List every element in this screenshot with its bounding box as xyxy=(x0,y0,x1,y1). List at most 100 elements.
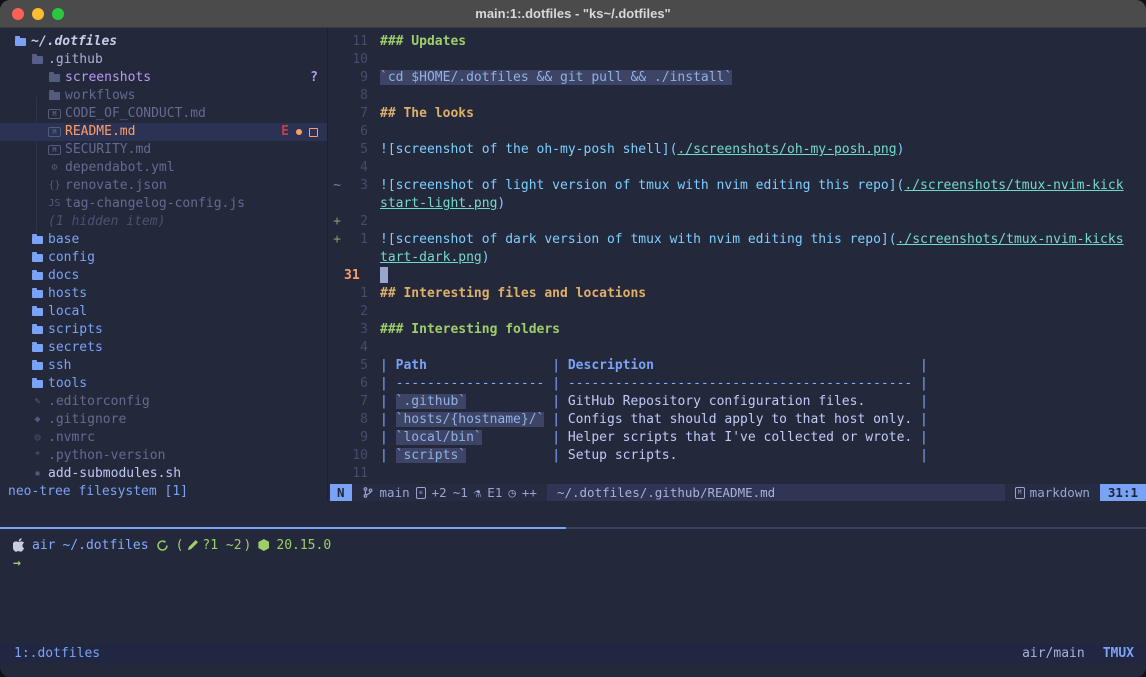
editor-line[interactable]: 5![screenshot of the oh-my-posh shell](.… xyxy=(330,141,1146,159)
sidebar-item-renovate-json[interactable]: {}renovate.json xyxy=(0,177,327,195)
traffic-lights xyxy=(12,0,64,28)
syntax-code: `hosts/{hostname}/` xyxy=(396,412,545,427)
syntax-pipe: | xyxy=(380,448,396,463)
gutter-sign xyxy=(330,105,344,123)
sidebar-item-docs[interactable]: docs xyxy=(0,267,327,285)
sidebar-item-workflows[interactable]: workflows xyxy=(0,87,327,105)
syntax-md: ) xyxy=(897,142,905,157)
sidebar-item-scripts[interactable]: scripts xyxy=(0,321,327,339)
sidebar-item-base[interactable]: base xyxy=(0,231,327,249)
syntax-pipe: | xyxy=(912,448,928,463)
folder-open-icon xyxy=(31,56,44,64)
gitsign-add: + xyxy=(330,213,344,231)
sidebar-item-label: renovate.json xyxy=(65,177,167,195)
sidebar-item-dotfiles[interactable]: ~/.dotfiles xyxy=(0,33,327,51)
editor-line[interactable]: 4 xyxy=(330,339,1146,357)
editor-line[interactable]: 7| `.github` | GitHub Repository configu… xyxy=(330,393,1146,411)
editor-line[interactable]: 4 xyxy=(330,159,1146,177)
editor-line[interactable]: 11### Updates xyxy=(330,33,1146,51)
sidebar-item-gitignore[interactable]: ◆.gitignore xyxy=(0,411,327,429)
editor-line[interactable]: 9`cd $HOME/.dotfiles && git pull && ./in… xyxy=(330,69,1146,87)
prompt-arrow[interactable]: → xyxy=(13,554,21,572)
sidebar-item-dependabot-yml[interactable]: ⚙dependabot.yml xyxy=(0,159,327,177)
syntax-pipe: | xyxy=(544,448,567,463)
editor-buffer[interactable]: 11### Updates 10 9`cd $HOME/.dotfiles &&… xyxy=(330,28,1146,501)
sidebar-item-1-hidden-item[interactable]: (1 hidden item) xyxy=(0,213,327,231)
item-status-marks: ? xyxy=(310,69,327,87)
sidebar-item-github[interactable]: .github xyxy=(0,51,327,69)
gitsign-change: ~ xyxy=(330,177,344,195)
sidebar-item-local[interactable]: local xyxy=(0,303,327,321)
line-content: ### Updates xyxy=(368,33,466,51)
line-content xyxy=(368,303,380,321)
editor-line[interactable]: 7## The looks xyxy=(330,105,1146,123)
editor-line[interactable]: ~3![screenshot of light version of tmux … xyxy=(330,177,1146,195)
sidebar-item-label: workflows xyxy=(65,87,135,105)
sidebar-item-security-md[interactable]: MSECURITY.md xyxy=(0,141,327,159)
editor-line[interactable]: 10 xyxy=(330,51,1146,69)
line-content: ![screenshot of dark version of tmux wit… xyxy=(368,231,1124,249)
line-content xyxy=(368,267,388,285)
sidebar-item-nvmrc[interactable]: ◎.nvmrc xyxy=(0,429,327,447)
sidebar-item-label: screenshots xyxy=(65,69,151,87)
clock-icon: ◷ xyxy=(508,485,516,500)
sidebar-item-ssh[interactable]: ssh xyxy=(0,357,327,375)
editor-line[interactable]: 10| `scripts` | Setup scripts. | xyxy=(330,447,1146,465)
pencil-icon xyxy=(187,540,198,551)
syntax-pipe: | xyxy=(912,358,928,373)
line-content: | ------------------- | ----------------… xyxy=(368,375,928,393)
sidebar-item-python-version[interactable]: *.python-version xyxy=(0,447,327,465)
editor-line[interactable]: 8| `hosts/{hostname}/` | Configs that sh… xyxy=(330,411,1146,429)
editor-line[interactable]: 5| Path | Description | xyxy=(330,357,1146,375)
minimize-button[interactable] xyxy=(32,8,44,20)
line-content: | `scripts` | Setup scripts. | xyxy=(368,447,928,465)
sidebar-item-hosts[interactable]: hosts xyxy=(0,285,327,303)
sidebar-item-tag-changelog-config-js[interactable]: JStag-changelog-config.js xyxy=(0,195,327,213)
git-open-paren: ( xyxy=(176,538,184,553)
line-number: 7 xyxy=(344,393,368,411)
gutter-sign xyxy=(330,141,344,159)
line-content: ### Interesting folders xyxy=(368,321,560,339)
editor-line[interactable]: +1![screenshot of dark version of tmux w… xyxy=(330,231,1146,249)
sidebar-item-label: .github xyxy=(48,51,103,69)
syntax-cell xyxy=(466,394,544,409)
git-branch: main xyxy=(380,485,410,500)
tmux-window-tab[interactable]: 1:.dotfiles xyxy=(0,646,100,661)
editor-line[interactable]: +2 xyxy=(330,213,1146,231)
close-button[interactable] xyxy=(12,8,24,20)
sidebar-item-tools[interactable]: tools xyxy=(0,375,327,393)
editor-line[interactable]: 9| `local/bin` | Helper scripts that I'v… xyxy=(330,429,1146,447)
editor-wrap-line[interactable]: tart-dark.png) xyxy=(330,249,1146,267)
gutter-sign xyxy=(330,357,344,375)
markdown-icon: M xyxy=(1015,487,1025,499)
editor-line[interactable]: 3### Interesting folders xyxy=(330,321,1146,339)
folder-blue-icon xyxy=(31,362,44,370)
sidebar-item-label: README.md xyxy=(65,123,135,141)
syntax-pipe: | xyxy=(380,430,396,445)
zoom-button[interactable] xyxy=(52,8,64,20)
git-refresh-icon xyxy=(156,539,169,552)
sidebar-item-config[interactable]: config xyxy=(0,249,327,267)
editor-line[interactable]: 1## Interesting files and locations xyxy=(330,285,1146,303)
tmux-pane-divider[interactable] xyxy=(0,527,1146,529)
tmux-right-section: air/main TMUX xyxy=(1022,646,1146,661)
editor-line[interactable]: 11 xyxy=(330,465,1146,483)
sidebar-item-code-of-conduct-md[interactable]: MCODE_OF_CONDUCT.md xyxy=(0,105,327,123)
editor-line[interactable]: 31 xyxy=(330,267,1146,285)
editor-line[interactable]: 6| ------------------- | ---------------… xyxy=(330,375,1146,393)
sidebar-item-secrets[interactable]: secrets xyxy=(0,339,327,357)
folder-icon xyxy=(48,92,61,100)
square-icon: ▪ xyxy=(31,465,44,483)
editor-line[interactable]: 2 xyxy=(330,303,1146,321)
line-number: 1 xyxy=(344,231,368,249)
statusline-extra: ++ xyxy=(522,485,537,500)
sidebar-item-readme-md[interactable]: MREADME.mdE xyxy=(0,123,327,141)
sidebar-item-editorconfig[interactable]: ✎.editorconfig xyxy=(0,393,327,411)
sidebar-item-label: dependabot.yml xyxy=(65,159,175,177)
sidebar-item-screenshots[interactable]: screenshots? xyxy=(0,69,327,87)
editor-line[interactable]: 8 xyxy=(330,87,1146,105)
editor-wrap-line[interactable]: start-light.png) xyxy=(330,195,1146,213)
diff-added: +2 xyxy=(432,485,447,500)
editor-line[interactable]: 6 xyxy=(330,123,1146,141)
sidebar-item-add-submodules-sh[interactable]: ▪add-submodules.sh xyxy=(0,465,327,483)
